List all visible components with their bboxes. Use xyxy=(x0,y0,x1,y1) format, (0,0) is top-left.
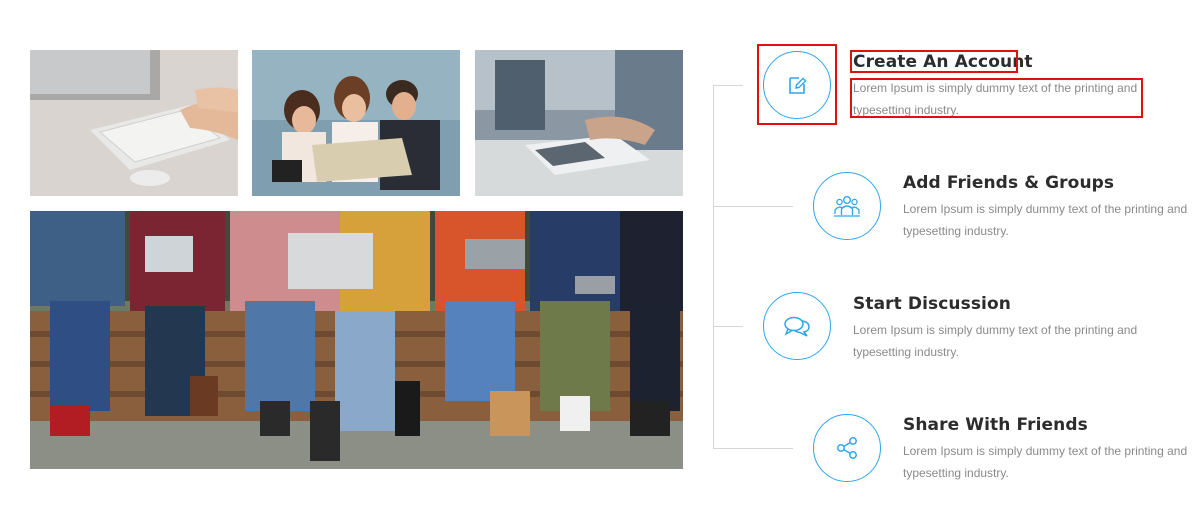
feature-title-add-friends: Add Friends & Groups xyxy=(903,173,1115,193)
edit-icon-circle[interactable] xyxy=(763,51,831,119)
group-with-devices-photo xyxy=(30,211,683,469)
tree-branch-2 xyxy=(713,206,793,207)
share-icon-circle[interactable] xyxy=(813,414,881,482)
tree-branch-3 xyxy=(713,326,743,327)
share-icon xyxy=(837,437,857,459)
feature-title-create-account: Create An Account xyxy=(853,52,1033,72)
feature-desc-share-friends: Lorem Ipsum is simply dummy text of the … xyxy=(903,444,1188,480)
tree-branch-1 xyxy=(713,85,743,86)
feature-desc-add-friends: Lorem Ipsum is simply dummy text of the … xyxy=(903,202,1188,238)
group-icon xyxy=(834,195,860,217)
office-team-photo xyxy=(475,50,683,196)
feature-desc-create-account: Lorem Ipsum is simply dummy text of the … xyxy=(853,81,1138,117)
tree-branch-4 xyxy=(713,448,793,449)
laptop-keyboard-photo xyxy=(30,50,238,196)
feature-desc-start-discussion: Lorem Ipsum is simply dummy text of the … xyxy=(853,323,1138,359)
tree-vertical-line xyxy=(713,85,714,448)
group-icon-circle[interactable] xyxy=(813,172,881,240)
chat-bubbles-icon xyxy=(784,316,810,337)
chat-bubbles-icon-circle[interactable] xyxy=(763,292,831,360)
feature-title-share-friends: Share With Friends xyxy=(903,415,1088,435)
feature-title-start-discussion: Start Discussion xyxy=(853,294,1011,314)
friends-with-map-photo xyxy=(252,50,460,196)
edit-icon xyxy=(789,77,807,94)
